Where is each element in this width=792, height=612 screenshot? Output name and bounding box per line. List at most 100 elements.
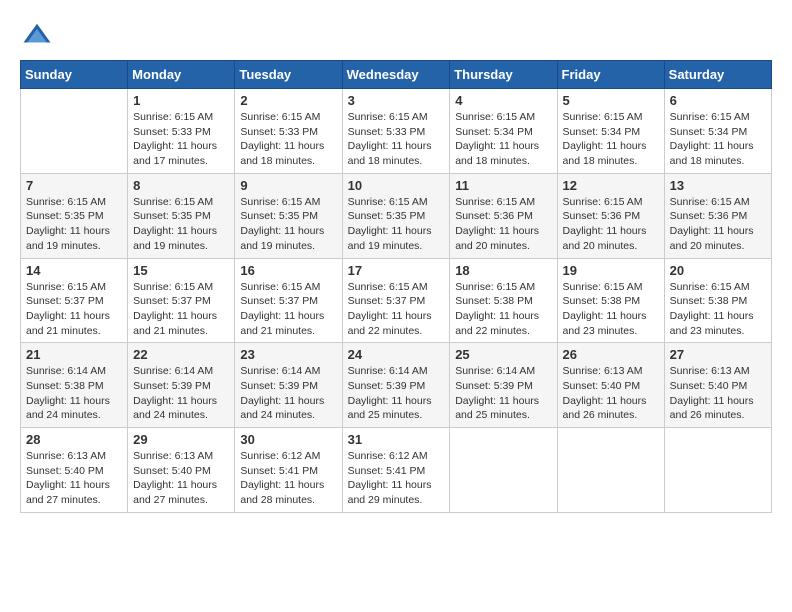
day-number: 16 [240,263,336,278]
day-number: 29 [133,432,229,447]
calendar-week-row: 1 Sunrise: 6:15 AMSunset: 5:33 PMDaylight… [21,89,772,174]
logo-icon [22,20,52,50]
calendar-day-cell: 13 Sunrise: 6:15 AMSunset: 5:36 PMDayligh… [664,173,771,258]
day-detail: Sunrise: 6:14 AMSunset: 5:39 PMDaylight:… [348,364,445,423]
calendar-day-cell: 16 Sunrise: 6:15 AMSunset: 5:37 PMDayligh… [235,258,342,343]
page-header [20,20,772,50]
weekday-header-cell: Tuesday [235,61,342,89]
calendar-day-cell: 26 Sunrise: 6:13 AMSunset: 5:40 PMDayligh… [557,343,664,428]
day-number: 26 [563,347,659,362]
calendar-day-cell: 5 Sunrise: 6:15 AMSunset: 5:34 PMDaylight… [557,89,664,174]
weekday-header-cell: Monday [128,61,235,89]
calendar-day-cell: 2 Sunrise: 6:15 AMSunset: 5:33 PMDaylight… [235,89,342,174]
calendar-day-cell: 4 Sunrise: 6:15 AMSunset: 5:34 PMDaylight… [450,89,557,174]
day-detail: Sunrise: 6:15 AMSunset: 5:35 PMDaylight:… [240,195,336,254]
day-number: 9 [240,178,336,193]
calendar-week-row: 28 Sunrise: 6:13 AMSunset: 5:40 PMDayligh… [21,428,772,513]
day-detail: Sunrise: 6:13 AMSunset: 5:40 PMDaylight:… [563,364,659,423]
day-detail: Sunrise: 6:15 AMSunset: 5:34 PMDaylight:… [455,110,551,169]
calendar-day-cell: 8 Sunrise: 6:15 AMSunset: 5:35 PMDaylight… [128,173,235,258]
day-detail: Sunrise: 6:13 AMSunset: 5:40 PMDaylight:… [670,364,766,423]
day-detail: Sunrise: 6:15 AMSunset: 5:35 PMDaylight:… [26,195,122,254]
day-number: 17 [348,263,445,278]
day-number: 8 [133,178,229,193]
calendar-day-cell: 9 Sunrise: 6:15 AMSunset: 5:35 PMDaylight… [235,173,342,258]
calendar-day-cell: 31Sunrise: 6:12 AMSunset: 5:41 PMDayligh… [342,428,450,513]
day-number: 2 [240,93,336,108]
day-number: 1 [133,93,229,108]
calendar-day-cell [557,428,664,513]
day-detail: Sunrise: 6:15 AMSunset: 5:37 PMDaylight:… [26,280,122,339]
day-detail: Sunrise: 6:15 AMSunset: 5:36 PMDaylight:… [563,195,659,254]
day-detail: Sunrise: 6:15 AMSunset: 5:34 PMDaylight:… [563,110,659,169]
day-detail: Sunrise: 6:12 AMSunset: 5:41 PMDaylight:… [348,449,445,508]
day-detail: Sunrise: 6:15 AMSunset: 5:36 PMDaylight:… [455,195,551,254]
calendar-week-row: 21 Sunrise: 6:14 AMSunset: 5:38 PMDayligh… [21,343,772,428]
day-detail: Sunrise: 6:15 AMSunset: 5:34 PMDaylight:… [670,110,766,169]
day-number: 10 [348,178,445,193]
day-detail: Sunrise: 6:15 AMSunset: 5:37 PMDaylight:… [240,280,336,339]
day-number: 12 [563,178,659,193]
calendar-day-cell: 15Sunrise: 6:15 AMSunset: 5:37 PMDayligh… [128,258,235,343]
day-number: 13 [670,178,766,193]
calendar-body: 1 Sunrise: 6:15 AMSunset: 5:33 PMDaylight… [21,89,772,513]
calendar-day-cell: 28Sunrise: 6:13 AMSunset: 5:40 PMDayligh… [21,428,128,513]
day-detail: Sunrise: 6:14 AMSunset: 5:39 PMDaylight:… [455,364,551,423]
day-detail: Sunrise: 6:15 AMSunset: 5:38 PMDaylight:… [670,280,766,339]
day-number: 28 [26,432,122,447]
day-detail: Sunrise: 6:15 AMSunset: 5:33 PMDaylight:… [348,110,445,169]
calendar-day-cell: 19 Sunrise: 6:15 AMSunset: 5:38 PMDayligh… [557,258,664,343]
calendar-day-cell: 30 Sunrise: 6:12 AMSunset: 5:41 PMDayligh… [235,428,342,513]
day-detail: Sunrise: 6:15 AMSunset: 5:38 PMDaylight:… [563,280,659,339]
day-detail: Sunrise: 6:13 AMSunset: 5:40 PMDaylight:… [133,449,229,508]
calendar-day-cell: 1 Sunrise: 6:15 AMSunset: 5:33 PMDaylight… [128,89,235,174]
calendar-day-cell [664,428,771,513]
day-number: 20 [670,263,766,278]
day-detail: Sunrise: 6:15 AMSunset: 5:35 PMDaylight:… [348,195,445,254]
calendar-day-cell: 21 Sunrise: 6:14 AMSunset: 5:38 PMDayligh… [21,343,128,428]
calendar-day-cell: 22 Sunrise: 6:14 AMSunset: 5:39 PMDayligh… [128,343,235,428]
day-detail: Sunrise: 6:14 AMSunset: 5:39 PMDaylight:… [240,364,336,423]
day-detail: Sunrise: 6:15 AMSunset: 5:33 PMDaylight:… [133,110,229,169]
day-number: 6 [670,93,766,108]
calendar-day-cell: 18Sunrise: 6:15 AMSunset: 5:38 PMDayligh… [450,258,557,343]
day-detail: Sunrise: 6:15 AMSunset: 5:33 PMDaylight:… [240,110,336,169]
calendar-week-row: 7 Sunrise: 6:15 AMSunset: 5:35 PMDaylight… [21,173,772,258]
day-detail: Sunrise: 6:12 AMSunset: 5:41 PMDaylight:… [240,449,336,508]
day-number: 25 [455,347,551,362]
day-number: 18 [455,263,551,278]
day-detail: Sunrise: 6:15 AMSunset: 5:37 PMDaylight:… [348,280,445,339]
calendar-day-cell: 7 Sunrise: 6:15 AMSunset: 5:35 PMDaylight… [21,173,128,258]
calendar-day-cell: 6 Sunrise: 6:15 AMSunset: 5:34 PMDaylight… [664,89,771,174]
day-number: 23 [240,347,336,362]
day-number: 30 [240,432,336,447]
calendar-day-cell: 12 Sunrise: 6:15 AMSunset: 5:36 PMDayligh… [557,173,664,258]
calendar-day-cell [21,89,128,174]
day-detail: Sunrise: 6:15 AMSunset: 5:35 PMDaylight:… [133,195,229,254]
calendar-day-cell: 29 Sunrise: 6:13 AMSunset: 5:40 PMDayligh… [128,428,235,513]
calendar-day-cell: 14Sunrise: 6:15 AMSunset: 5:37 PMDayligh… [21,258,128,343]
calendar-day-cell: 24Sunrise: 6:14 AMSunset: 5:39 PMDayligh… [342,343,450,428]
calendar-day-cell: 3 Sunrise: 6:15 AMSunset: 5:33 PMDaylight… [342,89,450,174]
day-number: 7 [26,178,122,193]
day-number: 27 [670,347,766,362]
day-number: 19 [563,263,659,278]
day-number: 22 [133,347,229,362]
day-number: 11 [455,178,551,193]
weekday-header-cell: Sunday [21,61,128,89]
weekday-header-cell: Saturday [664,61,771,89]
calendar-day-cell: 20 Sunrise: 6:15 AMSunset: 5:38 PMDayligh… [664,258,771,343]
day-detail: Sunrise: 6:15 AMSunset: 5:36 PMDaylight:… [670,195,766,254]
calendar-week-row: 14Sunrise: 6:15 AMSunset: 5:37 PMDayligh… [21,258,772,343]
calendar-day-cell [450,428,557,513]
calendar-table: SundayMondayTuesdayWednesdayThursdayFrid… [20,60,772,513]
day-detail: Sunrise: 6:14 AMSunset: 5:39 PMDaylight:… [133,364,229,423]
day-number: 5 [563,93,659,108]
calendar-day-cell: 23 Sunrise: 6:14 AMSunset: 5:39 PMDayligh… [235,343,342,428]
weekday-header-row: SundayMondayTuesdayWednesdayThursdayFrid… [21,61,772,89]
day-number: 21 [26,347,122,362]
day-number: 3 [348,93,445,108]
day-number: 4 [455,93,551,108]
day-detail: Sunrise: 6:14 AMSunset: 5:38 PMDaylight:… [26,364,122,423]
calendar-day-cell: 27 Sunrise: 6:13 AMSunset: 5:40 PMDayligh… [664,343,771,428]
